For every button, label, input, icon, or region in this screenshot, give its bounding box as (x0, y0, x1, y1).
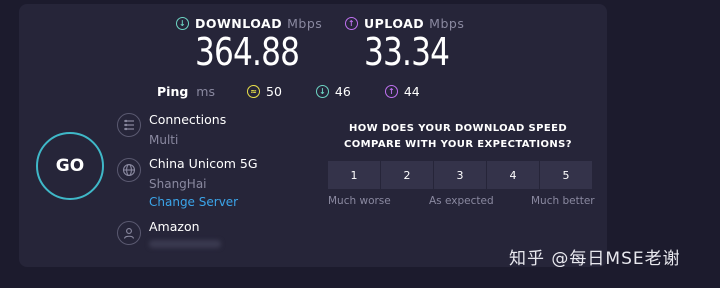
upload-header: ↑ UPLOAD Mbps (345, 16, 464, 31)
go-button-label: GO (55, 156, 85, 176)
watermark: 知乎 @每日MSE老谢 (509, 249, 681, 269)
upload-latency-icon: ↑ (384, 85, 398, 98)
survey-question: HOW DOES YOUR DOWNLOAD SPEED COMPARE WIT… (344, 123, 572, 150)
ping-download-value: 46 (334, 84, 351, 99)
rating-mid-label: As expected (429, 195, 494, 207)
ping-row: Ping ms ≈ 50 ↓ 46 ↑ 44 (157, 84, 454, 99)
arrow-down-circle-icon: ↓ (176, 17, 189, 30)
connections-icon (117, 113, 141, 137)
ping-label: Ping (157, 84, 189, 99)
server-location: ShangHai (149, 177, 207, 191)
rating-option-4[interactable]: 4 (487, 161, 539, 189)
ping-unit: ms (196, 84, 215, 99)
rating-low-label: Much worse (328, 195, 391, 207)
rating-option-3[interactable]: 3 (434, 161, 486, 189)
idle-latency-icon: ≈ (247, 85, 260, 98)
user-icon (117, 221, 141, 245)
ping-upload-value: 44 (403, 84, 420, 99)
download-latency-icon: ↓ (315, 85, 329, 98)
upload-label: UPLOAD (364, 16, 425, 31)
rating-high-label: Much better (531, 195, 595, 207)
download-value: 364.88 (195, 30, 300, 74)
change-server-link[interactable]: Change Server (149, 195, 238, 209)
connections-title: Connections (149, 112, 227, 127)
upload-value: 33.34 (364, 30, 450, 74)
rating-option-1[interactable]: 1 (328, 161, 380, 189)
rating-option-2[interactable]: 2 (381, 161, 433, 189)
server-title: China Unicom 5G (149, 156, 258, 171)
download-label: DOWNLOAD (195, 16, 283, 31)
download-header: ↓ DOWNLOAD Mbps (176, 16, 322, 31)
provider-title: Amazon (149, 219, 200, 234)
upload-unit: Mbps (429, 16, 465, 31)
rating-option-5[interactable]: 5 (540, 161, 592, 189)
download-unit: Mbps (287, 16, 323, 31)
provider-ip-redacted (149, 240, 221, 248)
rating-scale: 12345 (328, 161, 592, 189)
arrow-up-circle-icon: ↑ (345, 17, 358, 30)
globe-icon (117, 158, 141, 182)
connections-value: Multi (149, 133, 179, 147)
go-button[interactable]: GO (36, 132, 104, 200)
ping-idle-value: 50 (266, 84, 282, 99)
